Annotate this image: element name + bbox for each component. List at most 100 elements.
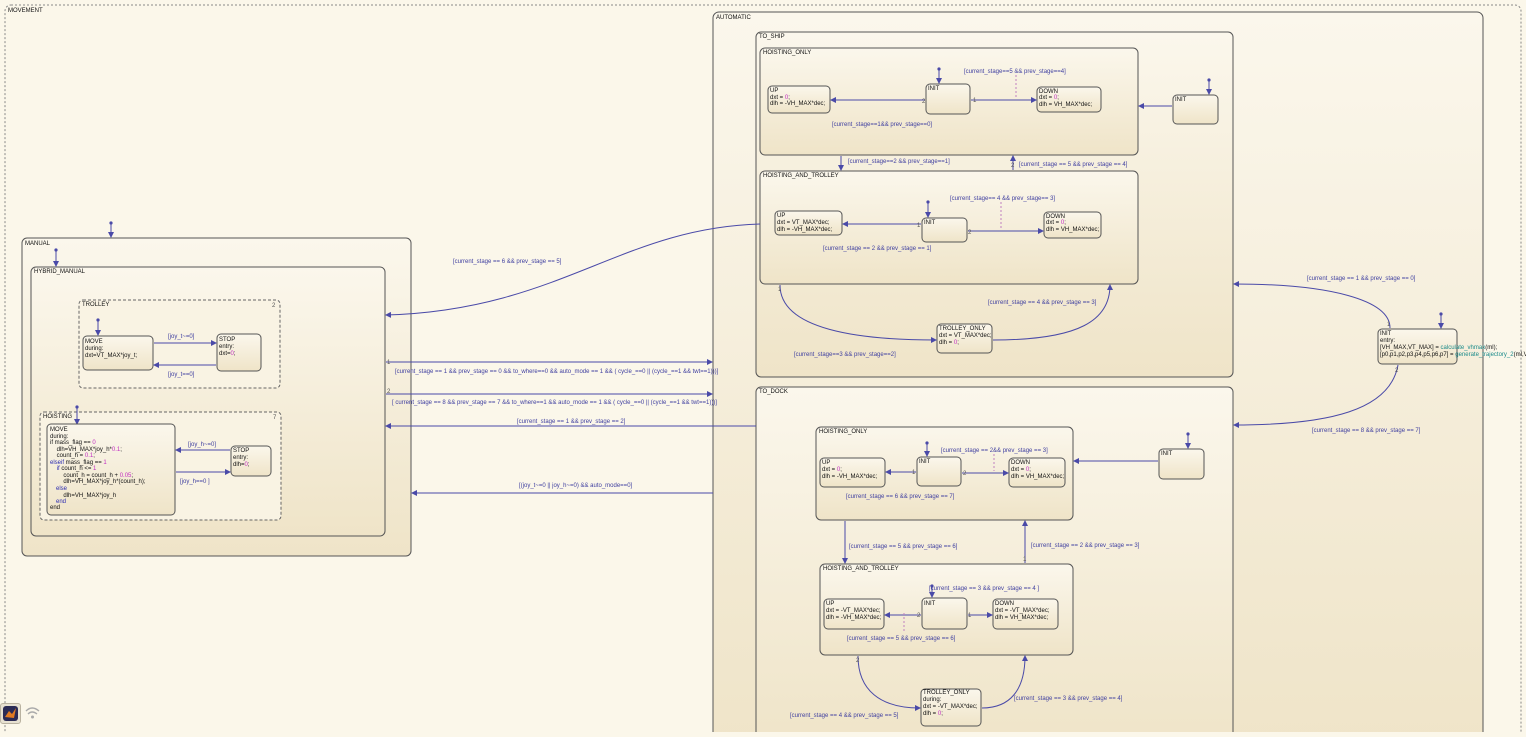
svg-text:UP: UP: [826, 601, 834, 607]
svg-text:[current_stage == 1 && prev_st: [current_stage == 1 && prev_stage == 0]: [1307, 276, 1416, 282]
svg-text:entry:: entry:: [219, 344, 234, 350]
state-trolley-move[interactable]: MOVE during: dxt=VT_MAX*joy_t;: [82, 335, 154, 371]
svg-text:MOVE: MOVE: [85, 339, 103, 345]
state-ship-ht-up[interactable]: UP dxt = VT_MAX*dec; dlh = -VH_MAX*dec;: [774, 210, 843, 236]
svg-text:dlh = -VH_MAX*dec;: dlh = -VH_MAX*dec;: [770, 101, 826, 107]
svg-text:dxt=VT_MAX*joy_t;: dxt=VT_MAX*joy_t;: [85, 353, 138, 359]
svg-text:[current_stage==3 && prev_stag: [current_stage==3 && prev_stage==2]: [794, 352, 896, 358]
state-hoisting-move[interactable]: MOVE during: if mass_flag == 0 dlh=VH_MA…: [46, 423, 176, 516]
svg-text:INIT: INIT: [1175, 97, 1187, 103]
svg-text:HOISTING_AND_TROLLEY: HOISTING_AND_TROLLEY: [763, 173, 839, 179]
svg-text:if mass_flag == 0: if mass_flag == 0: [50, 440, 96, 446]
svg-text:UP: UP: [770, 88, 778, 94]
svg-text:dlh = VH_MAX*dec;: dlh = VH_MAX*dec;: [995, 615, 1049, 621]
svg-text:dxt = VT_MAX*dec;: dxt = VT_MAX*dec;: [939, 333, 992, 339]
transition-manual-to-auto-1[interactable]: 1 [current_stage == 1 && prev_stage == 0…: [386, 359, 719, 375]
svg-text:[current_stage == 8 && prev_st: [current_stage == 8 && prev_stage == 7]: [1312, 428, 1421, 434]
svg-text:[joy_t~=0]: [joy_t~=0]: [168, 334, 195, 340]
svg-text:[joy_t==0]: [joy_t==0]: [168, 372, 195, 378]
svg-text:dlh=VH_MAX*joy_h*(count_h);: dlh=VH_MAX*joy_h*(count_h);: [50, 479, 146, 485]
svg-text:[current_stage == 6 && prev_st: [current_stage == 6 && prev_stage == 7]: [846, 494, 955, 500]
svg-text:else: else: [56, 486, 68, 492]
svg-text:dxt = 0;: dxt = 0;: [1039, 95, 1059, 101]
state-dock-init[interactable]: INIT: [1158, 448, 1205, 480]
svg-text:[VH_MAX,VT_MAX] = calculate_vh: [VH_MAX,VT_MAX] = calculate_vhmax(ml);: [1380, 345, 1498, 351]
state-dock-trolley-only[interactable]: TROLLEY_ONLY during: dxt = -VT_MAX*dec; …: [920, 688, 982, 727]
svg-text:[current_stage == 6 && prev_st: [current_stage == 6 && prev_stage == 5]: [453, 259, 562, 265]
svg-text:entry:: entry:: [233, 455, 248, 461]
transition-ship-ht-to-manual[interactable]: [current_stage == 6 && prev_stage == 5]: [385, 223, 761, 318]
svg-text:dxt = -VT_MAX*dec;: dxt = -VT_MAX*dec;: [826, 608, 881, 614]
svg-text:AUTOMATIC: AUTOMATIC: [716, 15, 751, 21]
svg-text:dxt = 0;: dxt = 0;: [822, 467, 842, 473]
state-dock-ht-down[interactable]: DOWN dxt = -VT_MAX*dec; dlh = VH_MAX*dec…: [992, 598, 1059, 630]
state-dock-ho-init[interactable]: INIT: [916, 456, 962, 487]
transition-auto-to-manual-joy[interactable]: [(joy_t~=0 || joy_h~=0) && auto_mode==0]: [411, 483, 713, 496]
svg-text:if count_h <= 1: if count_h <= 1: [50, 466, 97, 472]
state-ship-ho-init[interactable]: INIT: [925, 83, 971, 115]
signal-icon[interactable]: [23, 703, 42, 722]
svg-text:INIT: INIT: [1161, 451, 1173, 457]
svg-text:TROLLEY: TROLLEY: [82, 302, 109, 308]
state-dock-ht-up[interactable]: UP dxt = -VT_MAX*dec; dlh = -VH_MAX*dec;: [823, 598, 885, 630]
svg-text:dlh = VH_MAX*dec;: dlh = VH_MAX*dec;: [1046, 227, 1100, 233]
svg-text:MANUAL: MANUAL: [25, 241, 51, 247]
svg-text:[current_stage == 2 && prev_st: [current_stage == 2 && prev_stage == 1]: [823, 246, 932, 252]
state-dock-ho-up[interactable]: UP dxt = 0; dlh = -VH_MAX*dec;: [819, 457, 886, 488]
state-ship-ht-init[interactable]: INIT: [921, 217, 968, 243]
svg-text:entry:: entry:: [1380, 338, 1395, 344]
state-ship-ht-down[interactable]: DOWN dxt = 0; dlh = VH_MAX*dec;: [1043, 211, 1102, 239]
svg-text:dxt = 0;: dxt = 0;: [1046, 220, 1066, 226]
state-auto-init[interactable]: INIT entry: [VH_MAX,VT_MAX] = calculate_…: [1377, 328, 1526, 365]
svg-text:end: end: [50, 505, 60, 511]
svg-text:INIT: INIT: [919, 459, 931, 465]
svg-text:TROLLEY_ONLY: TROLLEY_ONLY: [939, 326, 986, 332]
svg-text:dxt = 0;: dxt = 0;: [1011, 467, 1031, 473]
bottom-toolbar: [0, 700, 46, 728]
default-transition-manual[interactable]: [108, 221, 114, 238]
state-hoisting-stop[interactable]: STOP entry: dlh=0;: [230, 445, 272, 477]
svg-text:DOWN: DOWN: [995, 601, 1014, 607]
svg-text:UP: UP: [822, 460, 830, 466]
svg-text:HOISTING_ONLY: HOISTING_ONLY: [763, 50, 811, 56]
state-trolley-stop[interactable]: STOP entry: dxt=0;: [216, 333, 262, 372]
svg-text:[current_stage == 2 && prev_st: [current_stage == 2 && prev_stage == 3]: [1031, 543, 1140, 549]
svg-text:[current_stage == 1 && prev_st: [current_stage == 1 && prev_stage == 2]: [517, 419, 626, 425]
state-ship-trolley-only[interactable]: TROLLEY_ONLY dxt = VT_MAX*dec; dlh = 0;: [936, 323, 993, 354]
svg-text:[current_stage == 4 && prev_st: [current_stage == 4 && prev_stage == 3]: [988, 300, 1097, 306]
state-ship-ho-up[interactable]: UP dxt = 0; dlh = -VH_MAX*dec;: [767, 85, 831, 114]
label-ship-s1p0: [current_stage==1&& prev_stage==0]: [832, 122, 932, 128]
svg-text:INIT: INIT: [924, 220, 936, 226]
svg-text:[current_stage == 5 && prev_st: [current_stage == 5 && prev_stage == 6]: [847, 636, 956, 642]
svg-text:dlh = 0;: dlh = 0;: [923, 711, 943, 717]
svg-text:HOISTING_ONLY: HOISTING_ONLY: [819, 429, 867, 435]
transition-dock-to-manual[interactable]: [current_stage == 1 && prev_stage == 2]: [385, 419, 756, 429]
svg-text:TO_SHIP: TO_SHIP: [759, 34, 785, 40]
state-ship-ho-down[interactable]: DOWN dxt = 0; dlh = VH_MAX*dec;: [1036, 86, 1102, 113]
svg-text:MOVEMENT: MOVEMENT: [8, 8, 43, 14]
svg-text:[(joy_t~=0 || joy_h~=0) && aut: [(joy_t~=0 || joy_h~=0) && auto_mode==0]: [519, 483, 633, 489]
svg-text:[ current_stage == 8 && prev_s: [ current_stage == 8 && prev_stage == 7 …: [392, 400, 717, 406]
transition-manual-to-auto-2[interactable]: 2 [ current_stage == 8 && prev_stage == …: [386, 389, 717, 406]
svg-text:dxt=0;: dxt=0;: [219, 351, 236, 357]
state-dock-ht-init[interactable]: INIT: [921, 597, 968, 630]
svg-text:INIT: INIT: [928, 86, 940, 92]
svg-text:[current_stage==2 && prev_stag: [current_stage==2 && prev_stage==1]: [848, 159, 950, 165]
svg-text:[current_stage == 3 && prev_st: [current_stage == 3 && prev_stage == 4 ]: [929, 586, 1039, 592]
state-ship-init[interactable]: INIT: [1172, 94, 1219, 125]
svg-text:HOISTING_AND_TROLLEY: HOISTING_AND_TROLLEY: [823, 566, 899, 572]
svg-text:[current_stage == 5 && prev_st: [current_stage == 5 && prev_stage == 6]: [849, 544, 958, 550]
svg-text:dlh = -VH_MAX*dec;: dlh = -VH_MAX*dec;: [826, 615, 882, 621]
state-dock-ho-down[interactable]: DOWN dxt = 0; dlh = VH_MAX*dec;: [1008, 457, 1066, 488]
svg-text:[current_stage == 4 && prev_st: [current_stage == 4 && prev_stage == 5]: [790, 713, 899, 719]
svg-text:dxt = -VT_MAX*dec;: dxt = -VT_MAX*dec;: [995, 608, 1050, 614]
svg-text:[current_stage==5 && prev_stag: [current_stage==5 && prev_stage==4]: [964, 69, 1066, 75]
svg-text:TROLLEY_ONLY: TROLLEY_ONLY: [923, 690, 970, 696]
svg-text:dxt = -VT_MAX*dec;: dxt = -VT_MAX*dec;: [923, 704, 978, 710]
svg-text:UP: UP: [777, 213, 785, 219]
svg-text:dlh = 0;: dlh = 0;: [939, 340, 959, 346]
svg-text:during:: during:: [85, 346, 104, 352]
svg-text:dlh = VH_MAX*dec;: dlh = VH_MAX*dec;: [1039, 102, 1093, 108]
svg-text:[joy_h~=0]: [joy_h~=0]: [188, 442, 216, 448]
matlab-logo-icon[interactable]: [0, 703, 21, 724]
